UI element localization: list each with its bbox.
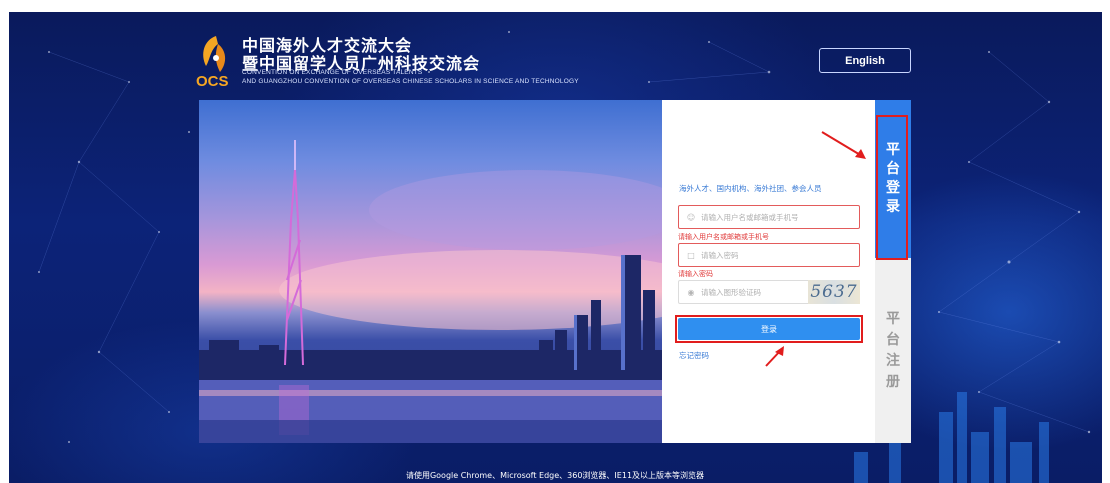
captcha-image[interactable]: 5637 [808, 280, 860, 304]
captcha-field[interactable]: ◉ 请输入图形验证码 [678, 280, 812, 304]
lock-icon: □ [687, 250, 695, 260]
tab-register-char: 册 [886, 373, 900, 390]
english-language-button[interactable]: English [819, 48, 911, 73]
user-types-hint: 海外人才、国内机构、海外社团、参会人员 [679, 184, 822, 193]
password-error: 请输入密码 [678, 270, 713, 278]
annotation-box-login-button [675, 315, 863, 343]
password-field[interactable]: □ 请输入密码 [678, 243, 860, 267]
annotation-arrow-icon [765, 346, 784, 367]
tab-register-char: 注 [886, 352, 900, 369]
username-placeholder: 请输入用户名或邮箱或手机号 [701, 212, 799, 222]
event-subtitle-line1: CONVENTION ON EXCHANGE OF OVERSEAS TALEN… [242, 69, 423, 76]
username-field[interactable]: ☺ 请输入用户名或邮箱或手机号 [678, 205, 860, 229]
annotation-arrow-icon [821, 131, 866, 159]
city-skyline-image [199, 100, 662, 443]
ocs-abbreviation: OCS [196, 73, 229, 90]
tab-register-char: 平 [886, 310, 900, 327]
user-icon: ☺ [686, 212, 696, 222]
forgot-password-link[interactable]: 忘记密码 [679, 350, 709, 361]
password-placeholder: 请输入密码 [701, 250, 739, 260]
tab-platform-register[interactable]: 平 台 注 册 [875, 258, 911, 443]
browser-compatibility-note: 请使用Google Chrome、Microsoft Edge、360浏览器、I… [405, 471, 705, 480]
event-logo[interactable]: 中国海外人才交流大会 暨中国留学人员广州科技交流会 OCS CONVENTION… [196, 30, 616, 92]
event-subtitle-line2: AND GUANGZHOU CONVENTION OF OVERSEAS CHI… [242, 78, 579, 85]
annotation-box-login-tab [876, 115, 908, 260]
login-card: 海外人才、国内机构、海外社团、参会人员 ☺ 请输入用户名或邮箱或手机号 请输入用… [199, 100, 911, 443]
tab-register-char: 台 [886, 331, 900, 348]
username-error: 请输入用户名或邮箱或手机号 [678, 233, 769, 241]
shield-icon: ◉ [687, 287, 695, 297]
captcha-placeholder: 请输入图形验证码 [701, 287, 761, 297]
